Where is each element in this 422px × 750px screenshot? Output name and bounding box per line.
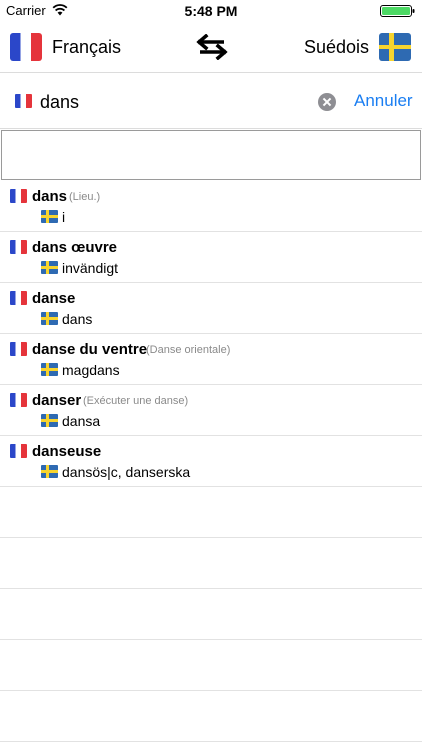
empty-panel (1, 130, 421, 180)
result-term: danse (32, 290, 76, 307)
empty-list-row (0, 538, 422, 589)
clear-search-icon[interactable] (318, 93, 336, 111)
result-row[interactable]: danse dans (0, 283, 422, 334)
result-context: (Exécuter une danse) (83, 395, 189, 407)
clock: 5:48 PM (184, 3, 238, 19)
result-term: danseuse (32, 443, 102, 460)
empty-list-row (0, 691, 422, 742)
flag-france-icon[interactable] (10, 33, 42, 61)
result-term: danser (32, 392, 82, 409)
result-translation: dansa (62, 413, 101, 429)
result-translation: invändigt (62, 260, 119, 276)
search-input[interactable] (40, 90, 310, 114)
flag-france-icon (15, 94, 32, 108)
flag-france-icon (10, 393, 27, 407)
result-row[interactable]: dans (Lieu.) i (0, 181, 422, 232)
flag-france-icon (10, 444, 27, 458)
result-row[interactable]: dans œuvre invändigt (0, 232, 422, 283)
flag-sweden-icon (41, 312, 58, 325)
flag-sweden-icon (41, 261, 58, 274)
flag-sweden-icon (41, 465, 58, 478)
flag-sweden-icon (41, 414, 58, 427)
swap-arrows-icon[interactable] (196, 34, 228, 60)
empty-list-row (0, 640, 422, 691)
result-context: (Lieu.) (69, 191, 101, 203)
empty-list-row (0, 487, 422, 538)
result-row[interactable]: danse du ventre (Danse orientale) magdan… (0, 334, 422, 385)
result-term: dans œuvre (32, 239, 118, 256)
result-row[interactable]: danser (Exécuter une danse) dansa (0, 385, 422, 436)
flag-france-icon (10, 240, 27, 254)
source-language-button[interactable]: Français (52, 37, 121, 58)
result-context: (Danse orientale) (146, 344, 231, 356)
flag-france-icon (10, 291, 27, 305)
cancel-button[interactable]: Annuler (354, 91, 413, 111)
result-translation: i (62, 209, 66, 225)
language-bar: Français Suédois (0, 22, 422, 72)
result-term: dans (32, 188, 68, 205)
battery-icon (380, 5, 415, 17)
results-list: dans (Lieu.) i dans œuvre invändigt dans… (0, 181, 422, 742)
flag-sweden-icon (41, 210, 58, 223)
flag-france-icon (10, 189, 27, 203)
result-row[interactable]: danseuse dansös|c, danserska (0, 436, 422, 487)
target-language-button[interactable]: Suédois (304, 37, 369, 58)
status-bar: Carrier 5:48 PM (0, 0, 422, 22)
flag-france-icon (10, 342, 27, 356)
result-translation: dansös|c, danserska (62, 464, 191, 480)
result-translation: dans (62, 311, 93, 327)
flag-sweden-icon (41, 363, 58, 376)
result-term: danse du ventre (32, 341, 148, 358)
flag-sweden-icon[interactable] (379, 33, 411, 61)
empty-list-row (0, 589, 422, 640)
result-translation: magdans (62, 362, 120, 378)
